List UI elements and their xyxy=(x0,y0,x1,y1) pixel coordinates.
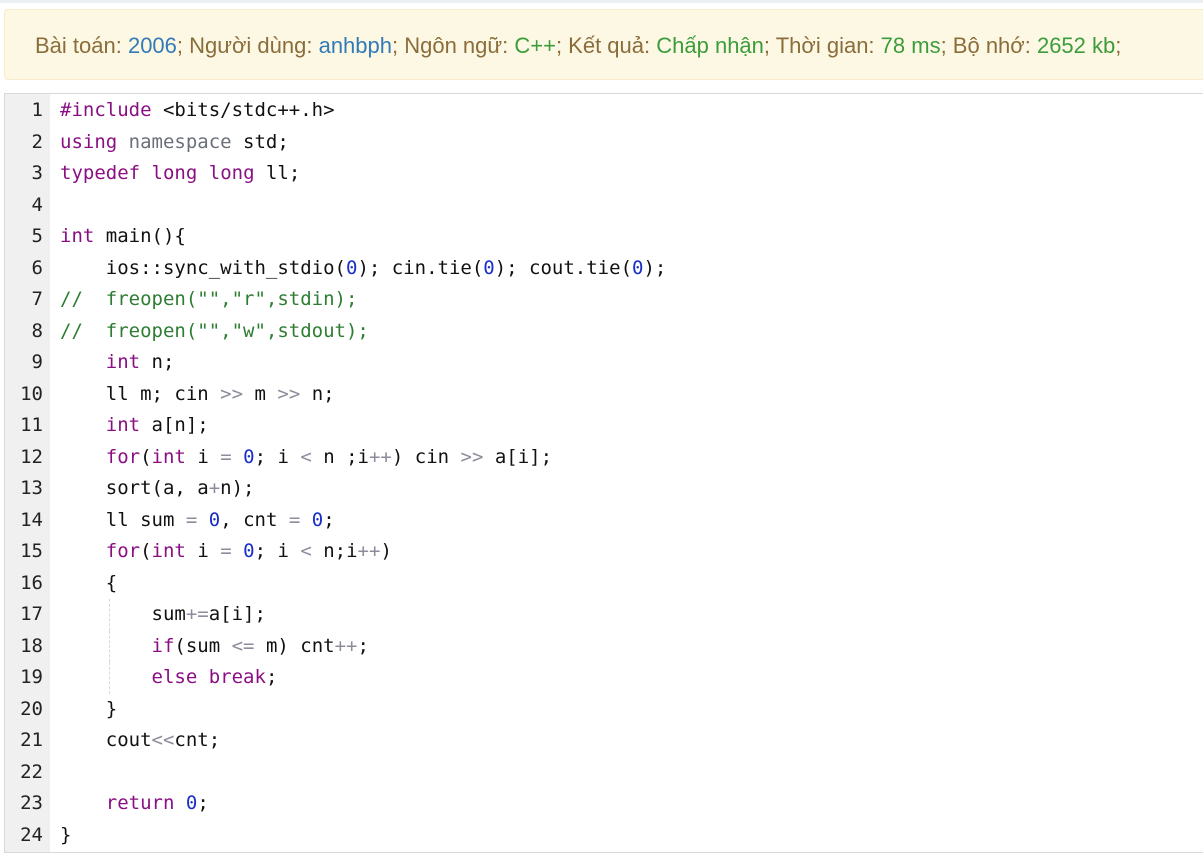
code-line: 13 sort(a, a+n); xyxy=(5,473,1203,505)
result-value: Chấp nhận xyxy=(656,33,764,58)
memory-label: ; Bộ nhớ: xyxy=(940,33,1037,58)
code-line: 20 } xyxy=(5,694,1203,726)
code-text: for(int i = 0; i < n ;i++) cin >> a[i]; xyxy=(105,445,553,468)
code-line: 6 ios::sync_with_stdio(0); cin.tie(0); c… xyxy=(5,253,1203,285)
line-number: 15 xyxy=(20,540,43,562)
indent-guide xyxy=(109,662,110,694)
code-line: 11 int a[n]; xyxy=(5,410,1203,442)
code-line: 9 int n; xyxy=(5,347,1203,379)
code-text: if(sum <= m) cnt++; xyxy=(151,634,369,657)
code-line: 15 for(int i = 0; i < n;i++) xyxy=(5,536,1203,568)
user-label: ; Người dùng: xyxy=(176,33,319,58)
code-text: { xyxy=(60,571,118,594)
memory-value: 2652 kb xyxy=(1036,33,1116,58)
line-number: 3 xyxy=(31,162,43,184)
line-number: 18 xyxy=(20,634,43,657)
code-line: 5 int main(){ xyxy=(5,221,1203,253)
line-number: 22 xyxy=(20,760,43,783)
code-text: using namespace std; xyxy=(60,130,289,153)
code-lines: 1 #include <bits/stdc++.h> 2 using namespac… xyxy=(5,95,1203,851)
code-line: 21 cout<<cnt; xyxy=(5,725,1203,757)
code-line: 2 using namespace std; xyxy=(5,127,1203,159)
line-number: 1 xyxy=(31,99,43,121)
code-text: sort(a, a+n); xyxy=(60,477,255,499)
code-text: ll sum = 0, cnt = 0; xyxy=(60,508,335,531)
code-line: 12 for(int i = 0; i < n ;i++) cin >> a[i… xyxy=(5,442,1203,474)
code-text: int a[n]; xyxy=(105,414,209,436)
info-end: ; xyxy=(1115,33,1122,58)
result-label: ; Kết quả: xyxy=(555,33,657,58)
code-line: 23 return 0; xyxy=(5,788,1203,820)
code-text: ll m; cin >> m >> n; xyxy=(60,382,335,405)
code-line: 16 { xyxy=(5,568,1203,600)
line-number: 5 xyxy=(31,225,43,247)
top-divider xyxy=(0,0,1203,3)
code-text: typedef long long ll; xyxy=(60,162,301,184)
line-number: 12 xyxy=(20,445,43,468)
code-line: 1 #include <bits/stdc++.h> xyxy=(5,95,1203,127)
code-text: cout<<cnt; xyxy=(60,729,221,751)
line-number: 8 xyxy=(31,319,43,342)
time-value: 78 ms xyxy=(880,33,941,58)
code-text: else break; xyxy=(151,666,278,688)
line-number: 16 xyxy=(20,571,43,594)
line-number: 24 xyxy=(20,823,43,846)
code-line: 8 // freopen("","w",stdout); xyxy=(5,316,1203,348)
line-number: 4 xyxy=(31,193,43,216)
code-line: 10 ll m; cin >> m >> n; xyxy=(5,379,1203,411)
code-line: 7 // freopen("","r",stdin); xyxy=(5,284,1203,316)
code-text: // freopen("","w",stdout); xyxy=(60,319,369,342)
code-text: #include <bits/stdc++.h> xyxy=(60,99,335,121)
code-text: return 0; xyxy=(105,792,209,814)
line-number: 14 xyxy=(20,508,43,531)
code-text: for(int i = 0; i < n;i++) xyxy=(105,540,392,562)
indent-guide xyxy=(109,630,110,662)
code-viewer[interactable]: 1 #include <bits/stdc++.h> 2 using namespac… xyxy=(4,93,1203,853)
code-text: int n; xyxy=(105,351,175,373)
code-line: 3 typedef long long ll; xyxy=(5,158,1203,190)
line-number: 7 xyxy=(31,288,43,310)
line-number: 23 xyxy=(20,792,43,814)
code-line: 18 if(sum <= m) cnt++; xyxy=(5,630,1203,662)
line-number: 2 xyxy=(31,130,43,153)
code-line: 22 xyxy=(5,757,1203,789)
language-label: ; Ngôn ngữ: xyxy=(392,33,515,58)
code-text: ios::sync_with_stdio(0); cin.tie(0); cou… xyxy=(60,256,667,279)
line-number: 9 xyxy=(31,351,43,373)
code-line: 24} xyxy=(5,820,1203,852)
line-number: 19 xyxy=(20,666,43,688)
code-text: } xyxy=(60,823,72,846)
code-text: int main(){ xyxy=(60,225,186,247)
code-line: 17 sum+=a[i]; xyxy=(5,599,1203,631)
indent-guide xyxy=(109,599,110,631)
user-link[interactable]: anhbph xyxy=(319,33,392,58)
code-line: 19 else break; xyxy=(5,662,1203,694)
problem-link[interactable]: 2006 xyxy=(128,33,177,58)
code-line: 4 xyxy=(5,190,1203,222)
line-number: 6 xyxy=(31,256,43,279)
line-number: 13 xyxy=(20,477,43,499)
submission-info-bar: Bài toán: 2006; Người dùng: anhbph; Ngôn… xyxy=(4,9,1203,80)
code-text: } xyxy=(60,697,118,720)
time-label: ; Thời gian: xyxy=(763,33,881,58)
code-text: // freopen("","r",stdin); xyxy=(60,288,358,310)
line-number: 20 xyxy=(20,697,43,720)
line-number: 11 xyxy=(20,414,43,436)
problem-label: Bài toán: xyxy=(35,33,128,58)
code-line: 14 ll sum = 0, cnt = 0; xyxy=(5,505,1203,537)
line-number: 10 xyxy=(20,382,43,405)
code-text: sum+=a[i]; xyxy=(60,603,266,625)
line-number: 21 xyxy=(20,729,43,751)
line-number: 17 xyxy=(20,603,43,625)
language-value: C++ xyxy=(514,33,556,58)
